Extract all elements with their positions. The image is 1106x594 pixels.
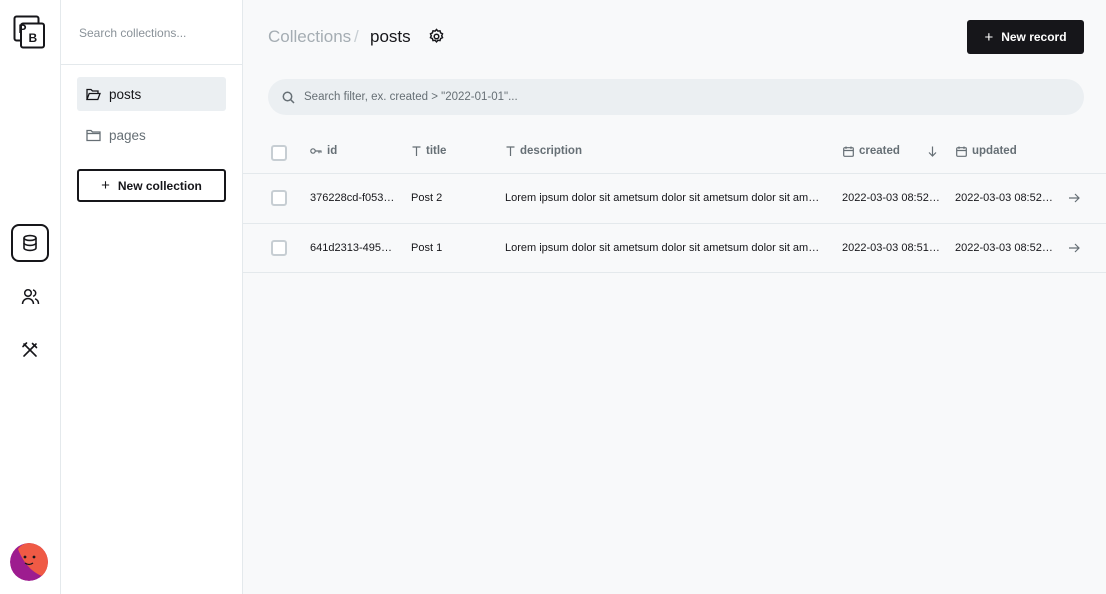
collections-search-wrapper xyxy=(61,0,242,65)
column-label: created xyxy=(859,145,900,157)
arrow-right-icon[interactable] xyxy=(1068,242,1080,254)
rail-collections-button[interactable] xyxy=(11,224,49,262)
main-content: Collections / posts + New record id xyxy=(243,0,1106,594)
table-header: id title description created updated xyxy=(243,131,1106,174)
filter-bar xyxy=(268,79,1084,115)
cell-description: Lorem ipsum dolor sit ametsum dolor sit … xyxy=(505,192,820,204)
new-record-label: New record xyxy=(1001,30,1067,44)
plus-icon: + xyxy=(984,28,994,46)
column-label: title xyxy=(426,145,447,157)
select-all-checkbox[interactable] xyxy=(271,145,287,161)
row-checkbox[interactable] xyxy=(271,240,287,256)
column-header-description[interactable]: description xyxy=(506,145,582,157)
new-collection-label: New collection xyxy=(117,178,202,193)
row-checkbox[interactable] xyxy=(271,190,287,206)
cell-updated: 2022-03-03 08:52:18 xyxy=(955,192,1055,204)
folder-icon xyxy=(86,129,101,141)
cell-id: 641d2313-4951… xyxy=(310,242,396,254)
cell-created: 2022-03-03 08:52:18 xyxy=(842,192,942,204)
arrow-right-icon[interactable] xyxy=(1068,192,1080,204)
text-icon xyxy=(506,146,515,156)
collection-label: posts xyxy=(109,86,142,102)
cell-id: 376228cd-f053… xyxy=(310,192,395,204)
new-collection-button[interactable]: + New collection xyxy=(77,169,226,202)
search-icon xyxy=(282,91,295,104)
column-header-title[interactable]: title xyxy=(412,145,446,157)
rail-users-button[interactable] xyxy=(11,277,49,315)
column-header-created[interactable]: created xyxy=(843,145,900,157)
collection-item-pages[interactable]: pages xyxy=(77,118,226,152)
key-icon xyxy=(310,148,322,154)
svg-text:P: P xyxy=(19,22,27,36)
filter-input[interactable] xyxy=(304,91,1084,103)
breadcrumb-separator: / xyxy=(354,27,359,46)
avatar[interactable] xyxy=(10,543,48,581)
users-icon xyxy=(21,288,39,304)
calendar-icon xyxy=(843,146,854,157)
cell-created: 2022-03-03 08:51:24 xyxy=(842,242,942,254)
cell-description: Lorem ipsum dolor sit ametsum dolor sit … xyxy=(505,242,820,254)
column-label: description xyxy=(520,145,582,157)
column-header-updated[interactable]: updated xyxy=(956,145,1017,157)
page-title: posts xyxy=(370,27,411,46)
breadcrumb-collections[interactable]: Collections xyxy=(268,27,351,47)
cell-title: Post 1 xyxy=(411,242,443,254)
sort-desc-icon[interactable] xyxy=(928,146,937,157)
rail-settings-button[interactable] xyxy=(11,331,49,369)
table-row[interactable]: 376228cd-f053… Post 2 Lorem ipsum dolor … xyxy=(243,174,1106,224)
database-icon xyxy=(23,234,37,252)
folder-open-icon xyxy=(86,88,101,100)
collections-search-input[interactable] xyxy=(79,20,229,46)
column-header-id[interactable]: id xyxy=(310,145,337,157)
table-row[interactable]: 641d2313-4951… Post 1 Lorem ipsum dolor … xyxy=(243,224,1106,273)
cell-updated: 2022-03-03 08:52:26 xyxy=(955,242,1055,254)
calendar-icon xyxy=(956,146,967,157)
new-record-button[interactable]: + New record xyxy=(967,20,1084,54)
collection-label: pages xyxy=(109,127,146,143)
logo[interactable]: P B xyxy=(13,15,46,49)
gear-icon[interactable] xyxy=(428,28,445,45)
icon-rail: P B xyxy=(0,0,61,594)
tools-icon xyxy=(22,342,38,357)
svg-text:B: B xyxy=(29,31,38,45)
collection-item-posts[interactable]: posts xyxy=(77,77,226,111)
column-label: updated xyxy=(972,145,1017,157)
text-icon xyxy=(412,146,421,156)
cell-title: Post 2 xyxy=(411,192,443,204)
collections-sidebar: posts pages + New collection xyxy=(61,0,243,594)
column-label: id xyxy=(327,145,338,157)
plus-icon: + xyxy=(101,177,110,194)
